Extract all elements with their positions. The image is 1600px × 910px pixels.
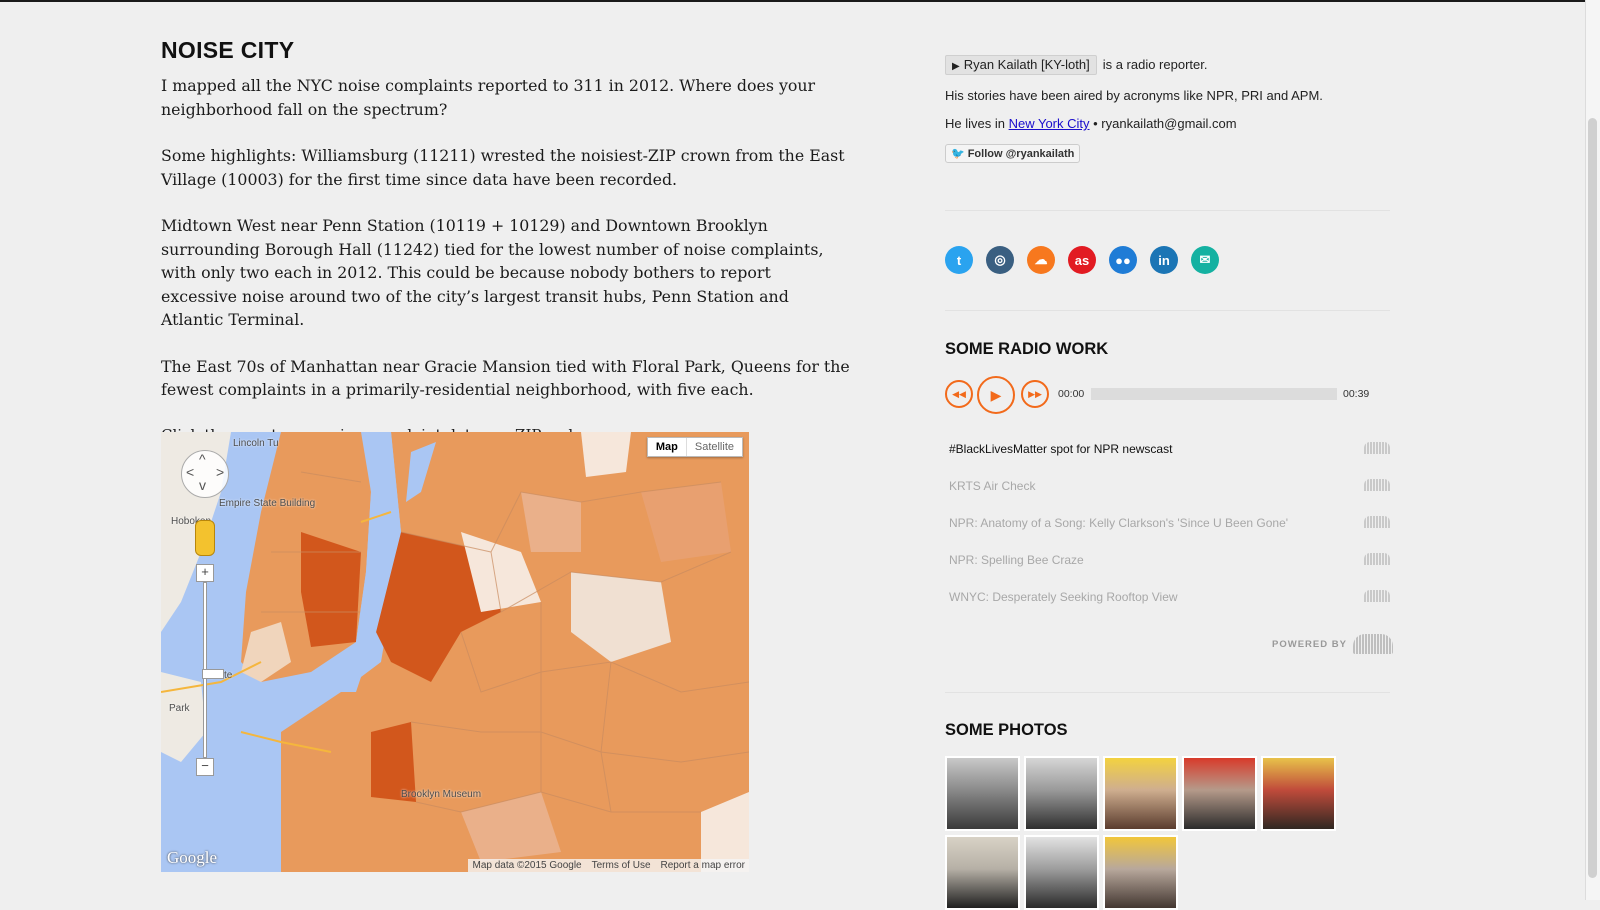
- waveform-icon: [1364, 590, 1390, 602]
- bio-line-2: His stories have been aired by acronyms …: [945, 88, 1323, 103]
- page-scrollbar[interactable]: [1585, 0, 1600, 900]
- bio-intro: ▶ Ryan Kailath [KY-loth] is a radio report…: [945, 55, 1390, 75]
- fast-forward-icon: ▶▶: [1028, 388, 1042, 399]
- track-title: KRTS Air Check: [949, 478, 1036, 493]
- current-time: 00:00: [1058, 388, 1085, 400]
- zoom-in-button[interactable]: +: [196, 564, 214, 582]
- twitter-bird-icon: 🐦: [951, 148, 965, 160]
- street-view-pegman-icon[interactable]: [195, 520, 215, 556]
- waveform-icon: [1364, 553, 1390, 565]
- page-title: NOISE CITY: [161, 37, 295, 63]
- zoom-slider-thumb[interactable]: [202, 669, 224, 679]
- lastfm-icon[interactable]: as: [1068, 246, 1096, 274]
- pan-right-icon[interactable]: >: [216, 464, 224, 480]
- audio-player: ◀◀ ▶ ▶▶ 00:00 00:39: [945, 376, 1385, 414]
- social-icons: t ◎ ☁ as ●● in ✉: [945, 246, 1219, 274]
- photo-thumbnail[interactable]: [1261, 756, 1336, 831]
- twitter-icon[interactable]: t: [945, 246, 973, 274]
- pan-up-icon[interactable]: ^: [199, 451, 206, 467]
- powered-by-soundcloud[interactable]: POWERED BY: [1272, 634, 1393, 654]
- pan-down-icon[interactable]: v: [199, 477, 206, 493]
- track-title: #BlackLivesMatter spot for NPR newscast: [949, 441, 1173, 456]
- photo-thumbnail[interactable]: [1103, 835, 1178, 910]
- article: NOISE CITY I mapped all the NYC noise co…: [161, 37, 861, 445]
- flickr-icon[interactable]: ●●: [1109, 246, 1137, 274]
- zoom-control: + −: [196, 564, 224, 776]
- track-item[interactable]: KRTS Air Check: [945, 467, 1390, 504]
- play-button[interactable]: ▶: [977, 376, 1015, 414]
- scrollbar-thumb[interactable]: [1588, 118, 1597, 878]
- photo-thumbnail[interactable]: [1024, 835, 1099, 910]
- fast-forward-button[interactable]: ▶▶: [1021, 380, 1049, 408]
- divider: [945, 310, 1390, 311]
- instagram-icon[interactable]: ◎: [986, 246, 1014, 274]
- track-item[interactable]: WNYC: Desperately Seeking Rooftop View: [945, 578, 1390, 615]
- map-label: Empire State Building: [219, 498, 316, 509]
- article-paragraph: The East 70s of Manhattan near Gracie Ma…: [161, 356, 850, 400]
- twitter-follow-button[interactable]: 🐦 Follow @ryankailath: [945, 144, 1081, 163]
- photo-thumbnail[interactable]: [945, 835, 1020, 910]
- waveform-icon: [1364, 479, 1390, 491]
- track-item[interactable]: #BlackLivesMatter spot for NPR newscast: [945, 430, 1390, 467]
- bio-location: He lives in New York City • ryankailath@…: [945, 116, 1390, 131]
- google-logo[interactable]: Google: [167, 848, 217, 868]
- track-item[interactable]: NPR: Anatomy of a Song: Kelly Clarkson's…: [945, 504, 1390, 541]
- photo-thumbnail[interactable]: [945, 756, 1020, 831]
- pan-control[interactable]: ^ < > v: [181, 450, 229, 498]
- article-paragraph: I mapped all the NYC noise complaints re…: [161, 76, 816, 119]
- location-prefix: He lives in: [945, 116, 1005, 131]
- author-name: Ryan Kailath [KY-loth]: [963, 57, 1090, 72]
- photo-thumbnail[interactable]: [1024, 756, 1099, 831]
- powered-by-label: POWERED BY: [1272, 638, 1347, 650]
- author-role: is a radio reporter.: [1102, 57, 1208, 72]
- sidebar-bio: ▶ Ryan Kailath [KY-loth] is a radio report…: [945, 55, 1390, 163]
- rewind-button[interactable]: ◀◀: [945, 380, 973, 408]
- map-label: Brooklyn Museum: [401, 789, 482, 800]
- follow-label: Follow @ryankailath: [967, 148, 1075, 160]
- track-title: NPR: Anatomy of a Song: Kelly Clarkson's…: [949, 515, 1289, 530]
- map-label: Park: [169, 703, 190, 714]
- email-icon[interactable]: ✉: [1191, 246, 1219, 274]
- map-label: Lincoln Tu: [233, 438, 279, 449]
- track-list: #BlackLivesMatter spot for NPR newscast …: [945, 430, 1390, 615]
- divider: [945, 210, 1390, 211]
- total-time: 00:39: [1343, 388, 1370, 400]
- map-type-control: Map Satellite: [646, 437, 743, 457]
- waveform-icon: [1364, 516, 1390, 528]
- author-email: • ryankailath@gmail.com: [1089, 116, 1237, 131]
- soundcloud-icon[interactable]: ☁: [1027, 246, 1055, 274]
- linkedin-icon[interactable]: in: [1150, 246, 1178, 274]
- photo-thumbnail[interactable]: [1182, 756, 1257, 831]
- photos-section-title: SOME PHOTOS: [945, 721, 1068, 739]
- terms-of-use-link[interactable]: Terms of Use: [592, 860, 651, 871]
- play-icon: ▶: [990, 386, 1002, 403]
- city-link[interactable]: New York City: [1009, 116, 1090, 131]
- zoom-out-button[interactable]: −: [196, 758, 214, 776]
- play-triangle-icon: ▶: [952, 61, 960, 72]
- waveform-icon: [1364, 442, 1390, 454]
- progress-bar[interactable]: [1091, 388, 1337, 400]
- zoom-track[interactable]: [202, 582, 224, 758]
- track-item[interactable]: NPR: Spelling Bee Craze: [945, 541, 1390, 578]
- divider: [945, 692, 1390, 693]
- map-footer: Map data ©2015 Google Terms of Use Repor…: [468, 859, 749, 872]
- noise-complaint-map[interactable]: Lincoln Tu Empire State Building Hoboken…: [161, 432, 749, 872]
- pan-left-icon[interactable]: <: [186, 464, 194, 480]
- article-paragraph: Some highlights: Williamsburg (11211) wr…: [161, 146, 845, 189]
- soundcloud-logo-icon: [1352, 634, 1393, 654]
- rewind-icon: ◀◀: [952, 388, 966, 399]
- map-type-satellite-button[interactable]: Satellite: [685, 438, 742, 456]
- track-title: NPR: Spelling Bee Craze: [949, 552, 1084, 567]
- map-type-map-button[interactable]: Map: [648, 438, 686, 456]
- report-map-error-link[interactable]: Report a map error: [661, 860, 745, 871]
- article-paragraph: Midtown West near Penn Station (10119 + …: [161, 216, 824, 329]
- map-attribution: Map data ©2015 Google: [472, 860, 582, 871]
- top-border: [0, 0, 1600, 2]
- photo-thumbnail[interactable]: [1103, 756, 1178, 831]
- track-title: WNYC: Desperately Seeking Rooftop View: [949, 589, 1178, 604]
- name-pronunciation-button[interactable]: ▶ Ryan Kailath [KY-loth]: [945, 55, 1097, 75]
- radio-section-title: SOME RADIO WORK: [945, 340, 1109, 358]
